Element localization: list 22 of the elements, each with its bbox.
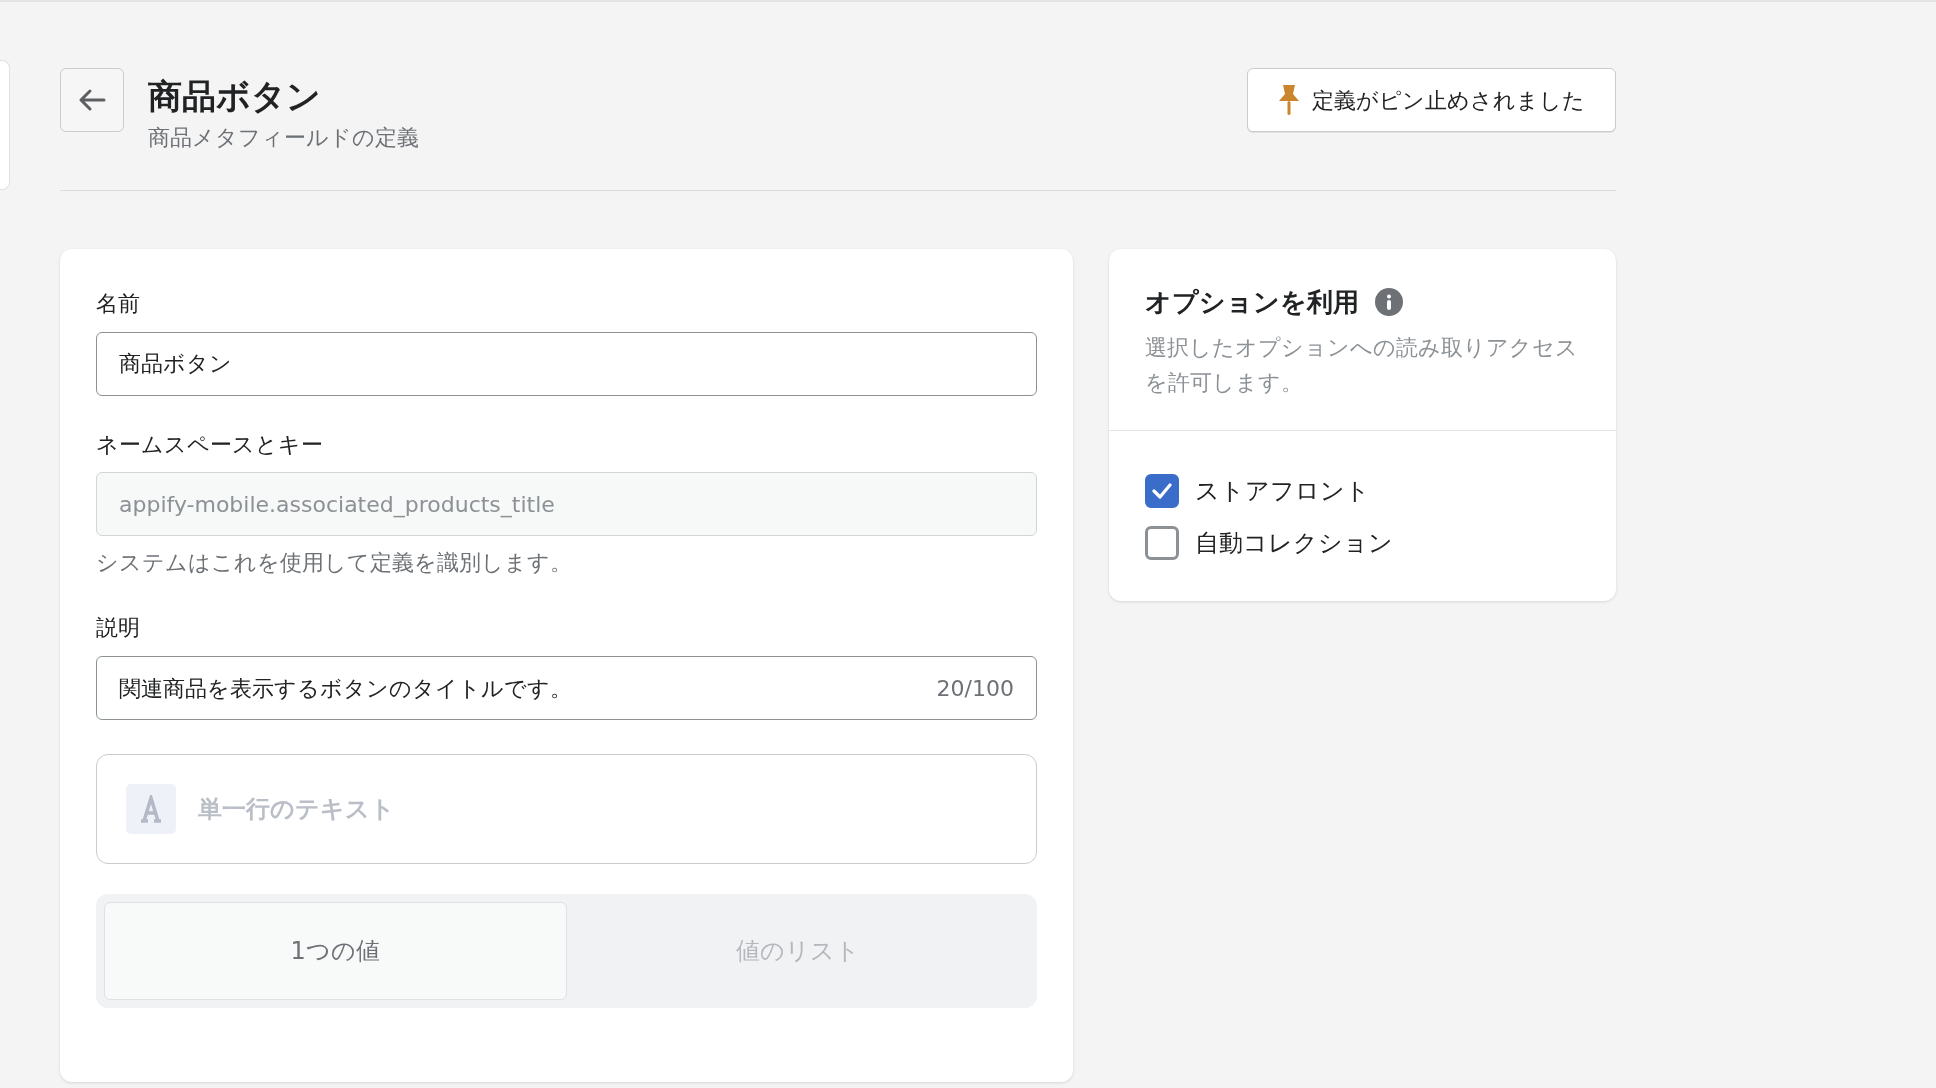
back-arrow-icon xyxy=(78,88,106,112)
back-button[interactable] xyxy=(60,68,124,132)
segment-tab[interactable]: 1つの値 xyxy=(104,902,567,1001)
pin-icon xyxy=(1278,84,1300,116)
field-label: 名前 xyxy=(96,289,141,318)
name-field[interactable]: 商品ボタン xyxy=(96,331,1037,396)
checkbox-label[interactable]: 自動コレクション xyxy=(1195,525,1393,562)
card-description: 選択したオプションへの読み取りアクセスを許可します。 xyxy=(1145,333,1579,397)
text-type-icon xyxy=(126,784,176,835)
checkbox-label[interactable]: ストアフロント xyxy=(1195,473,1370,510)
field-label: ネームスペースとキー xyxy=(96,430,324,459)
checkbox[interactable] xyxy=(1145,474,1179,509)
pinned-button[interactable]: 定義がピン止めされました xyxy=(1247,68,1616,132)
checkbox[interactable] xyxy=(1145,526,1179,561)
page-subtitle: 商品メタフィールドの定義 xyxy=(148,123,419,152)
info-icon[interactable] xyxy=(1375,288,1403,317)
field-label: 説明 xyxy=(96,614,141,643)
page-title: 商品ボタン xyxy=(148,76,322,117)
checkmark-icon xyxy=(1152,483,1172,500)
help-text: システムはこれを使用して定義を識別します。 xyxy=(96,549,573,578)
card-title: オプションを利用 xyxy=(1145,285,1359,319)
description-field[interactable]: 関連商品を表示するボタンのタイトルです。 20/100 xyxy=(96,656,1037,721)
